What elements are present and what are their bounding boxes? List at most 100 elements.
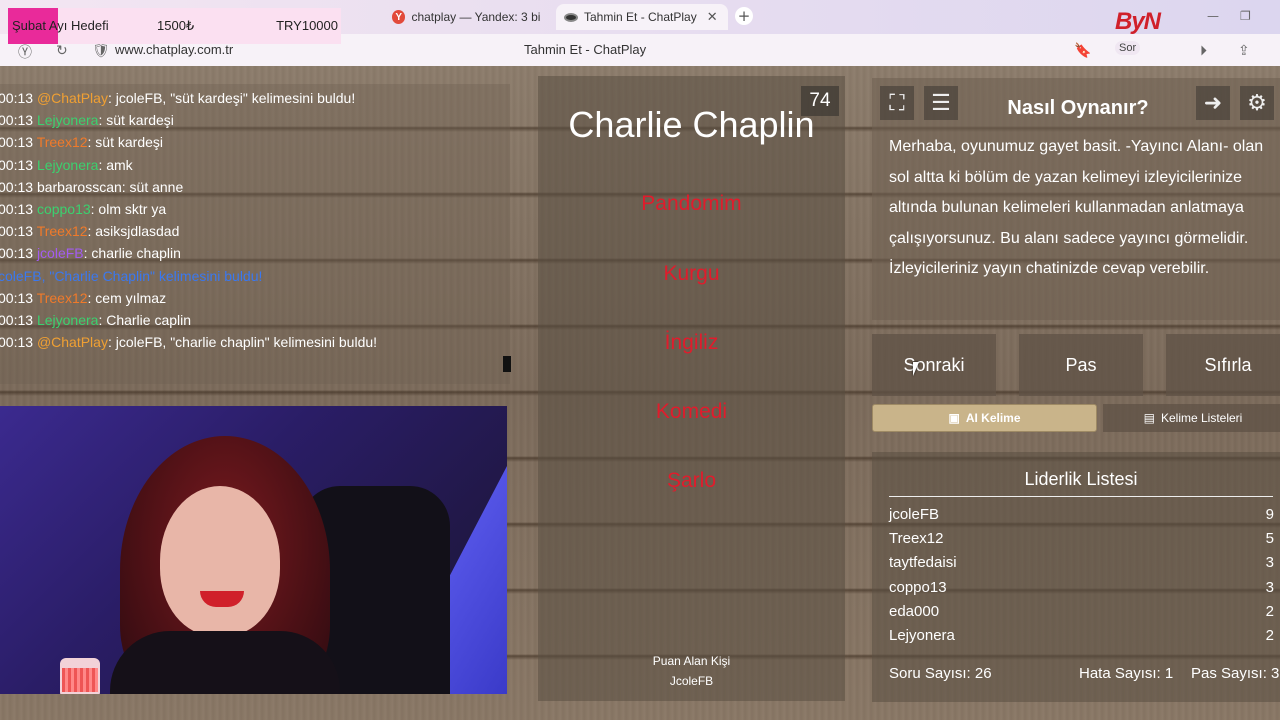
yandex-icon: Y	[392, 10, 406, 24]
tab-label: Tahmin Et - ChatPlay	[584, 10, 697, 24]
chat-timestamp: 00:13	[0, 312, 34, 328]
chat-username[interactable]: coppo13	[37, 201, 91, 217]
page-title: Tahmin Et - ChatPlay	[524, 42, 647, 57]
exit-icon[interactable]: ➜	[1196, 86, 1230, 120]
chat-timestamp: 00:13	[0, 334, 34, 351]
webcam-cup-pattern	[62, 668, 98, 692]
chat-message: 00:13 Treex12: süt kardeşi	[0, 132, 163, 152]
chat-message: 00:13 Lejyonera: süt kardeşi	[0, 110, 174, 130]
leaderboard-row: Treex12 5	[889, 530, 1274, 552]
webcam-person-face	[160, 486, 280, 636]
taboo-word: Şarlo	[666, 469, 717, 492]
chat-message: 00:13 @ChatPlay: jcoleFB, "charlie chapl…	[0, 332, 377, 352]
chat-timestamp: 00:13	[0, 245, 34, 262]
webcam-feed	[0, 406, 507, 694]
donation-current: 1500₺	[157, 18, 195, 33]
chat-text: : asiksjdlasdad	[87, 223, 180, 240]
leaderboard-row: coppo13 3	[889, 579, 1274, 601]
chat-message: 00:13 Treex12: cem yılmaz	[0, 288, 166, 308]
taboo-word: Pandomim	[641, 192, 742, 215]
next-button[interactable]: Sonraki	[872, 334, 996, 396]
tab-chatplay[interactable]: Tahmin Et - ChatPlay ✕	[556, 4, 728, 30]
chat-message: coleFB, "Charlie Chaplin" kelimesini bul…	[0, 266, 262, 286]
ask-button[interactable]: Sor	[1115, 41, 1141, 55]
scorer-label: Puan Alan Kişi	[652, 654, 731, 668]
chat-timestamp: 00:13	[0, 201, 34, 217]
chat-message: 00:13 barbarosscan: süt anne	[0, 177, 183, 197]
chat-username[interactable]: coleFB, "Charlie Chaplin" kelimesini bul…	[0, 268, 262, 284]
chat-username[interactable]: jcoleFB	[37, 245, 84, 261]
chat-text: : jcoleFB, "charlie chaplin" kelimesini …	[107, 334, 378, 351]
chat-timestamp: 00:13	[0, 178, 34, 195]
chat-username[interactable]: Lejyonera	[37, 112, 99, 128]
yandex-logo-icon[interactable]: Ⓨ	[18, 42, 32, 62]
chatplay-page: 00:13 @ChatPlay: jcoleFB, "süt kardeşi" …	[0, 66, 1280, 720]
minimize-icon[interactable]: —	[1207, 9, 1219, 23]
chat-username[interactable]: Treex12	[37, 290, 88, 306]
document-icon[interactable]: ☰	[924, 86, 958, 120]
chat-username[interactable]: barbarosscan	[37, 179, 122, 195]
target-word: Charlie Chaplin	[568, 104, 815, 145]
reset-button[interactable]: Sıfırla	[1166, 334, 1280, 396]
leaderboard-row: jcoleFB 9	[889, 506, 1274, 528]
leaderboard-row: eda000 2	[889, 603, 1274, 625]
leaderboard-row: Lejyonera 2	[889, 627, 1274, 649]
chat-username[interactable]: Treex12	[37, 134, 88, 150]
mouse-cursor	[913, 362, 925, 376]
webcam-person-body	[110, 631, 340, 694]
leaderboard-name: jcoleFB	[889, 506, 940, 523]
leaderboard-name: Lejyonera	[889, 627, 955, 644]
pass-button[interactable]: Pas	[1019, 334, 1143, 396]
how-to-play-text: Merhaba, oyunumuz gayet basit. -Yayıncı …	[889, 138, 1264, 277]
tab-label: chatplay — Yandex: 3 bin s	[411, 10, 541, 24]
chat-username[interactable]: @ChatPlay	[37, 334, 108, 350]
leaderboard-score: 5	[1265, 530, 1274, 548]
chat-timestamp: 00:13	[0, 90, 34, 106]
donation-label: Şubat Ayı Hedefi	[12, 18, 109, 33]
url-field[interactable]: www.chatplay.com.tr	[115, 42, 233, 57]
leaderboard-score: 9	[1265, 506, 1274, 523]
leaderboard-score: 3	[1265, 554, 1274, 572]
chat-timestamp: 00:13	[0, 223, 34, 240]
chat-message: 00:13 Lejyonera: amk	[0, 155, 133, 175]
question-count: Soru Sayısı: 26	[889, 665, 992, 682]
leaderboard-name: Treex12	[889, 530, 944, 548]
gear-icon[interactable]: ⚙	[1240, 86, 1274, 120]
chat-message: 00:13 coppo13: olm sktr ya	[0, 199, 166, 219]
close-tab-icon[interactable]: ✕	[707, 9, 718, 25]
taboo-word: Komedi	[655, 400, 728, 423]
chat-username[interactable]: Treex12	[37, 223, 88, 239]
chat-panel: 00:13 @ChatPlay: jcoleFB, "süt kardeşi" …	[0, 84, 510, 384]
leaderboard-score: 2	[1265, 602, 1274, 620]
ai-word-button[interactable]: ▣ AI Kelime	[872, 404, 1097, 432]
chat-scrollbar[interactable]	[503, 356, 511, 372]
robot-icon: ▣	[948, 411, 960, 425]
chat-username[interactable]: Lejyonera	[37, 157, 99, 173]
chat-text: : Charlie caplin	[98, 312, 192, 328]
word-card	[538, 76, 845, 701]
taboo-word: İngiliz	[664, 331, 719, 354]
scorer-name: JcoleFB	[669, 674, 714, 688]
reload-icon[interactable]: ↻	[56, 42, 68, 59]
media-play-icon[interactable]: ⏵	[1200, 42, 1207, 59]
share-icon[interactable]: ⇪	[1238, 42, 1250, 59]
bynova-logo: ByN	[1115, 8, 1161, 35]
list-icon: ▤	[1143, 411, 1155, 425]
leaderboard-name: coppo13	[889, 578, 947, 596]
bookmark-icon[interactable]: 🔖	[1074, 42, 1091, 59]
new-tab-button[interactable]: +	[735, 7, 753, 25]
lock-icon[interactable]: 🛡	[92, 42, 110, 59]
restore-icon[interactable]: ❐	[1240, 9, 1251, 23]
word-lists-button[interactable]: ▤ Kelime Listeleri	[1103, 404, 1280, 432]
chat-username[interactable]: Lejyonera	[37, 312, 99, 328]
chat-text: : amk	[98, 156, 133, 173]
chat-text: : süt kardeşi	[87, 134, 164, 151]
chat-text: : charlie chaplin	[83, 245, 181, 262]
chatplay-icon	[564, 12, 578, 22]
chat-text: : cem yılmaz	[87, 289, 167, 306]
leaderboard-score: 2	[1265, 627, 1274, 644]
fullscreen-icon[interactable]: ⛶	[880, 86, 914, 120]
tab-yandex-search[interactable]: Y chatplay — Yandex: 3 bin s	[384, 4, 549, 30]
chat-timestamp: 00:13	[0, 112, 34, 129]
chat-username[interactable]: @ChatPlay	[37, 90, 108, 106]
